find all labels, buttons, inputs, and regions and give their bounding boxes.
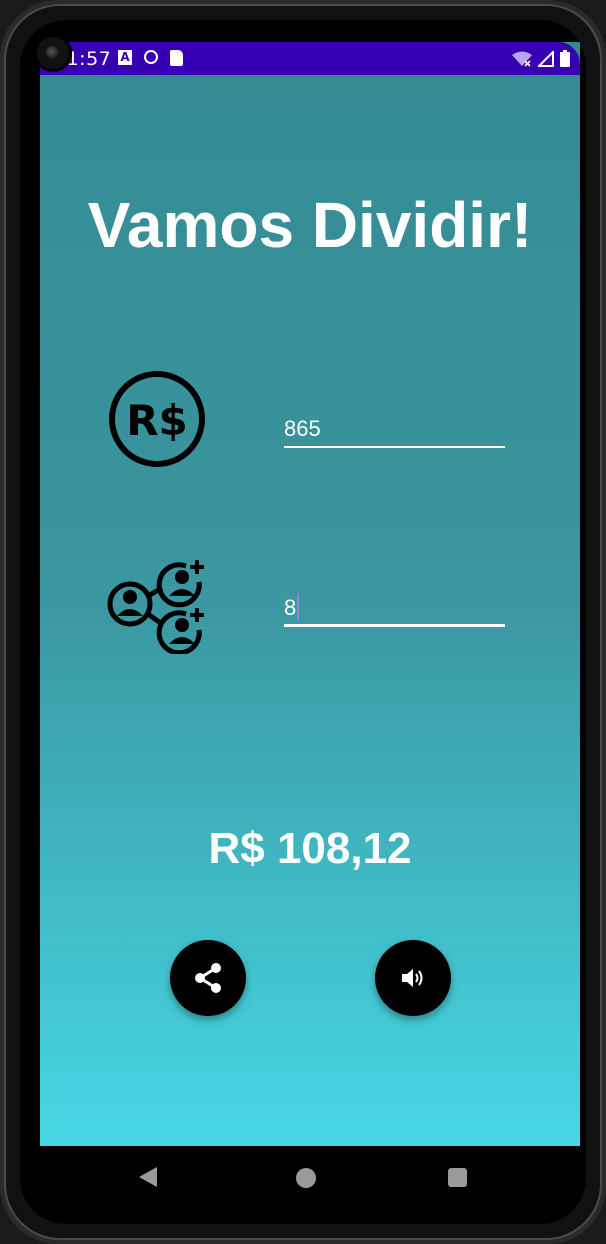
phone-frame: 11:57 A Vamos Dividir! R$ 865 8 R$ 108,1… bbox=[20, 20, 586, 1224]
people-value-wrap: 8 bbox=[284, 593, 300, 621]
share-button[interactable] bbox=[170, 940, 246, 1016]
phone-device: 11:57 A Vamos Dividir! R$ 865 8 R$ 108,1… bbox=[0, 0, 606, 1244]
home-circle-icon[interactable] bbox=[296, 1168, 316, 1188]
battery-icon bbox=[560, 50, 570, 67]
amount-underline bbox=[284, 446, 505, 448]
money-circle-icon: R$ bbox=[109, 371, 205, 467]
people-underline bbox=[284, 624, 505, 627]
phone-bezel: 11:57 A Vamos Dividir! R$ 865 8 R$ 108,1… bbox=[4, 4, 602, 1240]
svg-text:R$: R$ bbox=[126, 396, 188, 445]
speak-button[interactable] bbox=[375, 940, 451, 1016]
status-bar: 11:57 A bbox=[40, 42, 580, 75]
app-title: Vamos Dividir! bbox=[87, 189, 533, 261]
amount-input[interactable]: 865 bbox=[284, 406, 505, 448]
back-triangle-icon[interactable] bbox=[138, 1166, 158, 1188]
app-screen: 11:57 A Vamos Dividir! R$ 865 8 R$ 108,1… bbox=[40, 42, 580, 1146]
signal-icon bbox=[538, 51, 554, 67]
sync-icon bbox=[144, 50, 158, 64]
keyboard-a-icon: A bbox=[118, 50, 132, 65]
people-share-icon bbox=[107, 560, 204, 654]
camera-cutout bbox=[34, 34, 72, 72]
speaker-icon bbox=[402, 969, 423, 987]
system-nav-bar bbox=[20, 1146, 586, 1208]
text-cursor bbox=[297, 593, 300, 621]
status-notification-icons: A bbox=[118, 50, 183, 66]
share-icon bbox=[195, 963, 221, 993]
people-input[interactable]: 8 bbox=[284, 584, 505, 627]
amount-value: 865 bbox=[284, 416, 321, 441]
result-amount: R$ 108,12 bbox=[208, 824, 412, 873]
sd-card-icon bbox=[170, 50, 183, 66]
people-value: 8 bbox=[284, 594, 297, 620]
status-system-icons bbox=[512, 50, 570, 67]
recents-square-icon[interactable] bbox=[448, 1168, 467, 1187]
wifi-icon bbox=[512, 51, 532, 67]
